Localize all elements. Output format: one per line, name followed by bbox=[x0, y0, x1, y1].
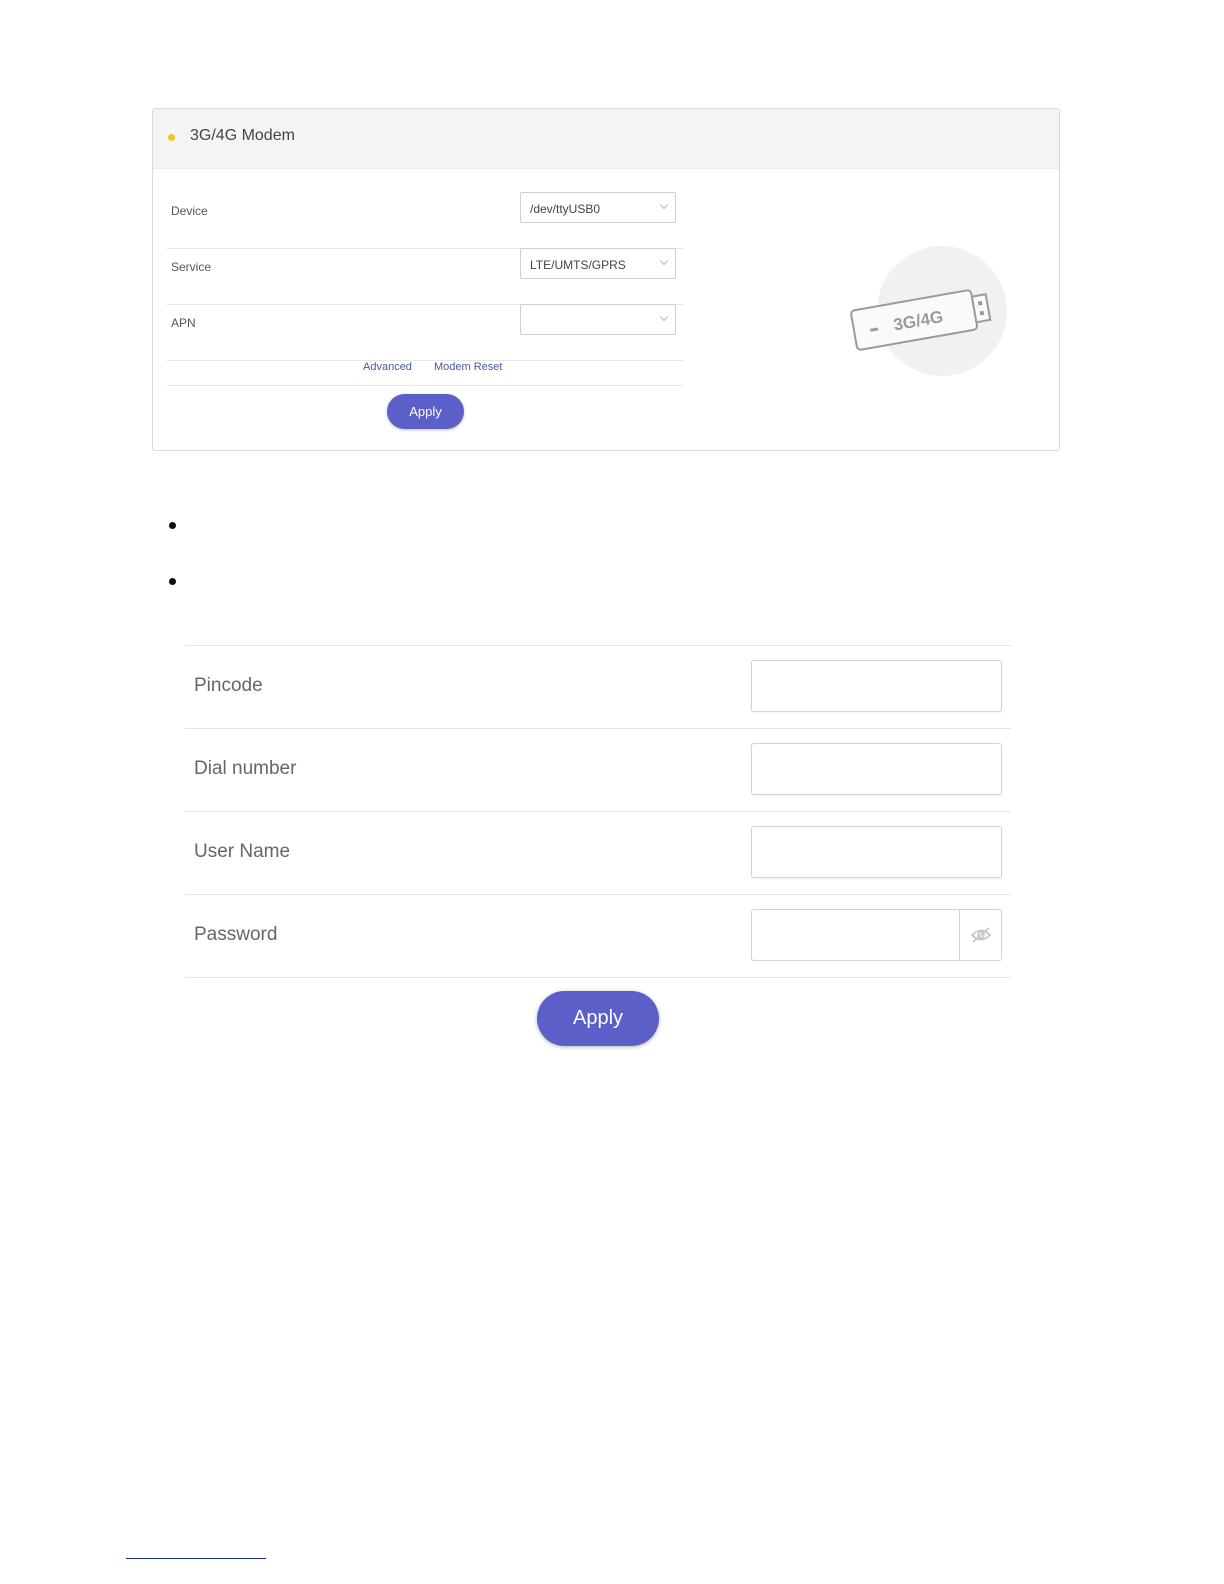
password-input[interactable] bbox=[751, 909, 1002, 961]
usb-modem-icon: 3G/4G bbox=[850, 246, 1007, 376]
advanced-settings-form: Pincode Dial number User Name Password bbox=[185, 645, 1011, 978]
apply-button[interactable]: Apply bbox=[387, 394, 464, 429]
list-bullet bbox=[169, 578, 176, 585]
pincode-input[interactable] bbox=[751, 660, 1002, 712]
password-visibility-toggle[interactable] bbox=[959, 910, 1001, 960]
dial-number-input[interactable] bbox=[751, 743, 1002, 795]
list-bullet bbox=[169, 522, 176, 529]
user-name-label: User Name bbox=[194, 841, 291, 862]
service-select[interactable]: LTE/UMTS/GPRS bbox=[520, 248, 676, 279]
user-name-row: User Name bbox=[185, 812, 1011, 895]
chevron-down-icon bbox=[659, 312, 669, 322]
device-label: Device bbox=[171, 204, 208, 218]
service-label: Service bbox=[171, 260, 212, 274]
dial-number-label: Dial number bbox=[194, 758, 297, 779]
panel-header: 3G/4G Modem bbox=[153, 109, 1059, 169]
pincode-label: Pincode bbox=[194, 675, 263, 696]
apn-select[interactable] bbox=[520, 304, 676, 335]
device-select-value: /dev/ttyUSB0 bbox=[530, 202, 601, 216]
pincode-row: Pincode bbox=[185, 646, 1011, 729]
status-dot-icon bbox=[168, 134, 175, 141]
panel-title: 3G/4G Modem bbox=[190, 127, 295, 144]
eye-slash-icon bbox=[970, 927, 992, 943]
chevron-down-icon bbox=[659, 256, 669, 266]
device-row: Device /dev/ttyUSB0 bbox=[167, 192, 683, 249]
apply-button-large[interactable]: Apply bbox=[537, 991, 659, 1046]
service-row: Service LTE/UMTS/GPRS bbox=[167, 248, 683, 305]
chevron-down-icon bbox=[659, 200, 669, 210]
modem-panel: 3G/4G Modem Device /dev/ttyUSB0 Service … bbox=[152, 108, 1060, 451]
password-row: Password bbox=[185, 895, 1011, 978]
links-row: Advanced Modem Reset bbox=[167, 352, 683, 386]
advanced-link[interactable]: Advanced bbox=[363, 361, 412, 373]
apn-label: APN bbox=[171, 316, 196, 330]
password-label: Password bbox=[194, 924, 278, 945]
device-select[interactable]: /dev/ttyUSB0 bbox=[520, 192, 676, 223]
user-name-input[interactable] bbox=[751, 826, 1002, 878]
modem-reset-link[interactable]: Modem Reset bbox=[434, 361, 502, 373]
dial-number-row: Dial number bbox=[185, 729, 1011, 812]
service-select-value: LTE/UMTS/GPRS bbox=[530, 258, 626, 272]
footnote-divider bbox=[126, 1558, 266, 1559]
